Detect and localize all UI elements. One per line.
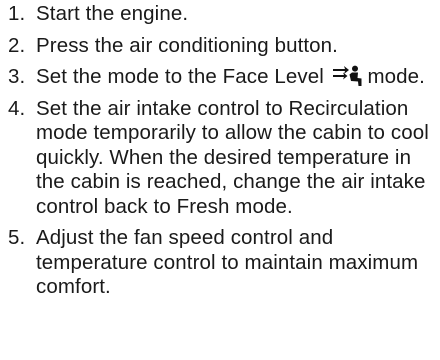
- step-number: 5.: [8, 226, 26, 249]
- step-number: 1.: [8, 2, 26, 25]
- step-2: 2. Press the air conditioning button.: [8, 34, 436, 59]
- step-number: 3.: [8, 65, 26, 88]
- step-number: 4.: [8, 96, 26, 120]
- step-text-continued: mode.: [367, 65, 425, 88]
- step-4: 4. Set the air intake control to Recircu…: [8, 97, 436, 220]
- step-5: 5. Adjust the fan speed control and temp…: [8, 226, 436, 300]
- step-text: Adjust the fan speed control and tempera…: [36, 226, 419, 298]
- step-1: 1. Start the engine.: [8, 2, 436, 27]
- step-text: Set the mode to the Face Level: [36, 65, 324, 88]
- step-text: Press the air conditioning button.: [36, 33, 338, 57]
- step-number: 2.: [8, 33, 26, 57]
- instruction-list: 1. Start the engine. 2. Press the air co…: [8, 2, 436, 307]
- step-text: Start the engine.: [36, 2, 189, 25]
- face-level-mode-icon: [332, 65, 362, 87]
- step-text: Set the air intake control to Recirculat…: [36, 96, 429, 218]
- step-3: 3. Set the mode to the Face Level mode.: [8, 65, 436, 90]
